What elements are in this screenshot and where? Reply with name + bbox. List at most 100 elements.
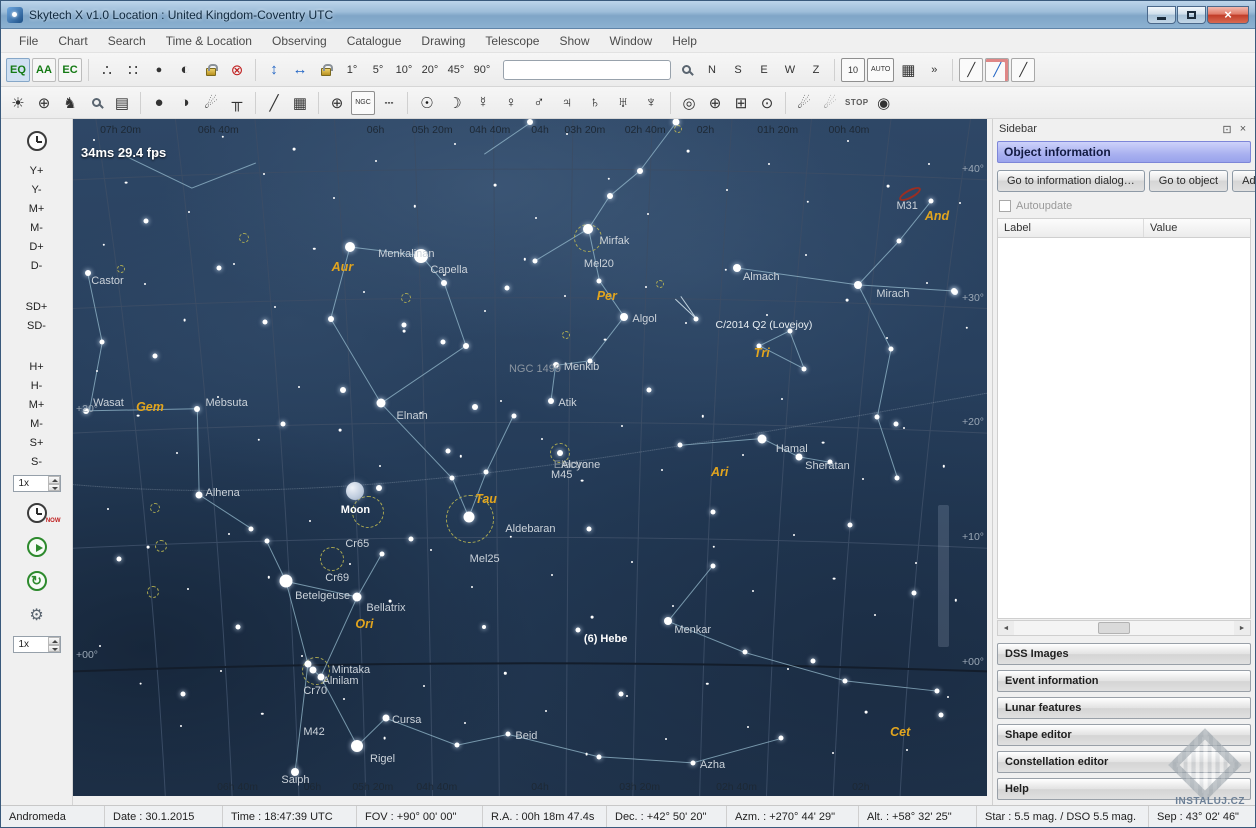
chart-label-alnilam[interactable]: Alnilam [323,675,359,687]
star[interactable] [506,732,511,737]
star[interactable] [875,414,880,419]
star[interactable] [811,658,816,663]
star[interactable] [450,476,455,481]
star[interactable] [897,238,902,243]
moon[interactable] [346,482,364,500]
star[interactable] [441,280,447,286]
star[interactable] [310,667,317,674]
menu-file[interactable]: File [9,31,48,51]
chart-label-alcyone[interactable]: Alcyone [561,459,600,471]
panel-event-information[interactable]: Event information [997,670,1251,692]
jupiter-button[interactable]: ♃ [554,91,580,115]
label-column-header[interactable]: Label [998,219,1144,237]
chart-label-mel20[interactable]: Mel20 [584,258,614,270]
ec-coordinates-button[interactable]: EC [58,58,82,82]
chart-label-sheratan[interactable]: Sheratan [805,460,850,472]
cluster-marker[interactable] [150,503,160,513]
star[interactable] [100,340,105,345]
menu-telescope[interactable]: Telescope [475,31,549,51]
grid-table-icon[interactable]: ▦ [896,58,920,82]
chart-label-ngc-1499[interactable]: NGC 1499 [509,363,561,375]
look-north-button[interactable]: N [700,58,724,82]
star[interactable] [328,316,334,322]
object-information-header[interactable]: Object information [997,141,1251,163]
auto-frame-icon[interactable]: AUTO [867,58,894,82]
menu-search[interactable]: Search [98,31,156,51]
panel-lunar-features[interactable]: Lunar features [997,697,1251,719]
star[interactable] [463,512,474,523]
mars-button[interactable]: ♂ [526,91,552,115]
grid-10-icon[interactable]: 10 [841,58,865,82]
star[interactable] [401,323,406,328]
chart-label-azha[interactable]: Azha [700,759,725,771]
star[interactable] [382,715,389,722]
star[interactable] [951,288,957,294]
time-h-plus-button[interactable]: H+ [12,357,62,376]
scroll-track[interactable] [1014,621,1234,635]
cluster-marker[interactable] [117,265,125,273]
chart-label-m31[interactable]: M31 [897,200,918,212]
star[interactable] [690,760,695,765]
shadow-cone-icon[interactable]: ● [147,91,171,115]
chart-label-beid[interactable]: Beid [515,730,537,742]
fov-45deg-button[interactable]: 45° [444,58,468,82]
star[interactable] [511,413,516,418]
time-m-plus-button[interactable]: M+ [12,395,62,414]
set-time-now-button[interactable]: NOW [27,503,47,523]
menu-show[interactable]: Show [549,31,599,51]
fov-10deg-button[interactable]: 10° [392,58,416,82]
star[interactable] [351,740,363,752]
look-zenith-button[interactable]: Z [804,58,828,82]
tool-diagonal-2-icon[interactable]: ╱ [985,58,1009,82]
menu-help[interactable]: Help [662,31,707,51]
minimize-button[interactable] [1147,6,1176,24]
star[interactable] [939,712,944,717]
star[interactable] [895,475,900,480]
star[interactable] [911,590,916,595]
chart-label-cursa[interactable]: Cursa [392,714,421,726]
menu-window[interactable]: Window [600,31,663,51]
time-s-plus-button[interactable]: S+ [12,433,62,452]
chart-label-castor[interactable]: Castor [91,275,123,287]
constellation-art-icon[interactable]: ♞ [58,91,82,115]
aa-coordinates-button[interactable]: AA [32,58,56,82]
chart-label-per[interactable]: Per [597,289,617,303]
chart-label-mirach[interactable]: Mirach [876,288,909,300]
chart-label-capella[interactable]: Capella [430,264,467,276]
date-d-plus-button[interactable]: D+ [12,237,62,256]
star[interactable] [843,678,848,683]
star[interactable] [710,563,715,568]
zoom-strip[interactable] [938,505,949,647]
toolbar-overflow-button[interactable]: » [922,58,946,82]
cluster-marker[interactable] [401,293,411,303]
menu-chart[interactable]: Chart [48,31,97,51]
menu-catalogue[interactable]: Catalogue [337,31,412,51]
star[interactable] [532,259,537,264]
star[interactable] [116,557,121,562]
fov-5deg-button[interactable]: 5° [366,58,390,82]
cluster-marker[interactable] [320,547,344,571]
menu-observing[interactable]: Observing [262,31,337,51]
comet-nucleus[interactable] [694,316,699,321]
dotted-line-icon[interactable]: ┄ [377,91,401,115]
star[interactable] [264,539,269,544]
tracking-center-icon[interactable]: ◉ [872,91,896,115]
chart-label-ori[interactable]: Ori [355,617,373,631]
date-y-plus-button[interactable]: Y+ [12,161,62,180]
star[interactable] [454,743,459,748]
sidebar-close-icon[interactable]: × [1235,122,1251,136]
cluster-marker[interactable] [147,586,159,598]
chart-label-ari[interactable]: Ari [711,465,728,479]
search-icon[interactable] [674,58,698,82]
star[interactable] [607,193,613,199]
star[interactable] [409,536,414,541]
comet-black-icon[interactable]: ☄ [792,91,816,115]
star[interactable] [472,404,478,410]
animation-speed-spinner-up-arrow[interactable] [48,637,60,645]
star[interactable] [235,624,240,629]
chart-label-c-2014-q2-lovejoy[interactable]: C/2014 Q2 (Lovejoy) [716,319,813,331]
mercury-button[interactable]: ☿ [470,91,496,115]
star[interactable] [597,278,602,283]
info-table-hscrollbar[interactable]: ◄ ► [997,620,1251,636]
saturn-button[interactable]: ♄ [582,91,608,115]
